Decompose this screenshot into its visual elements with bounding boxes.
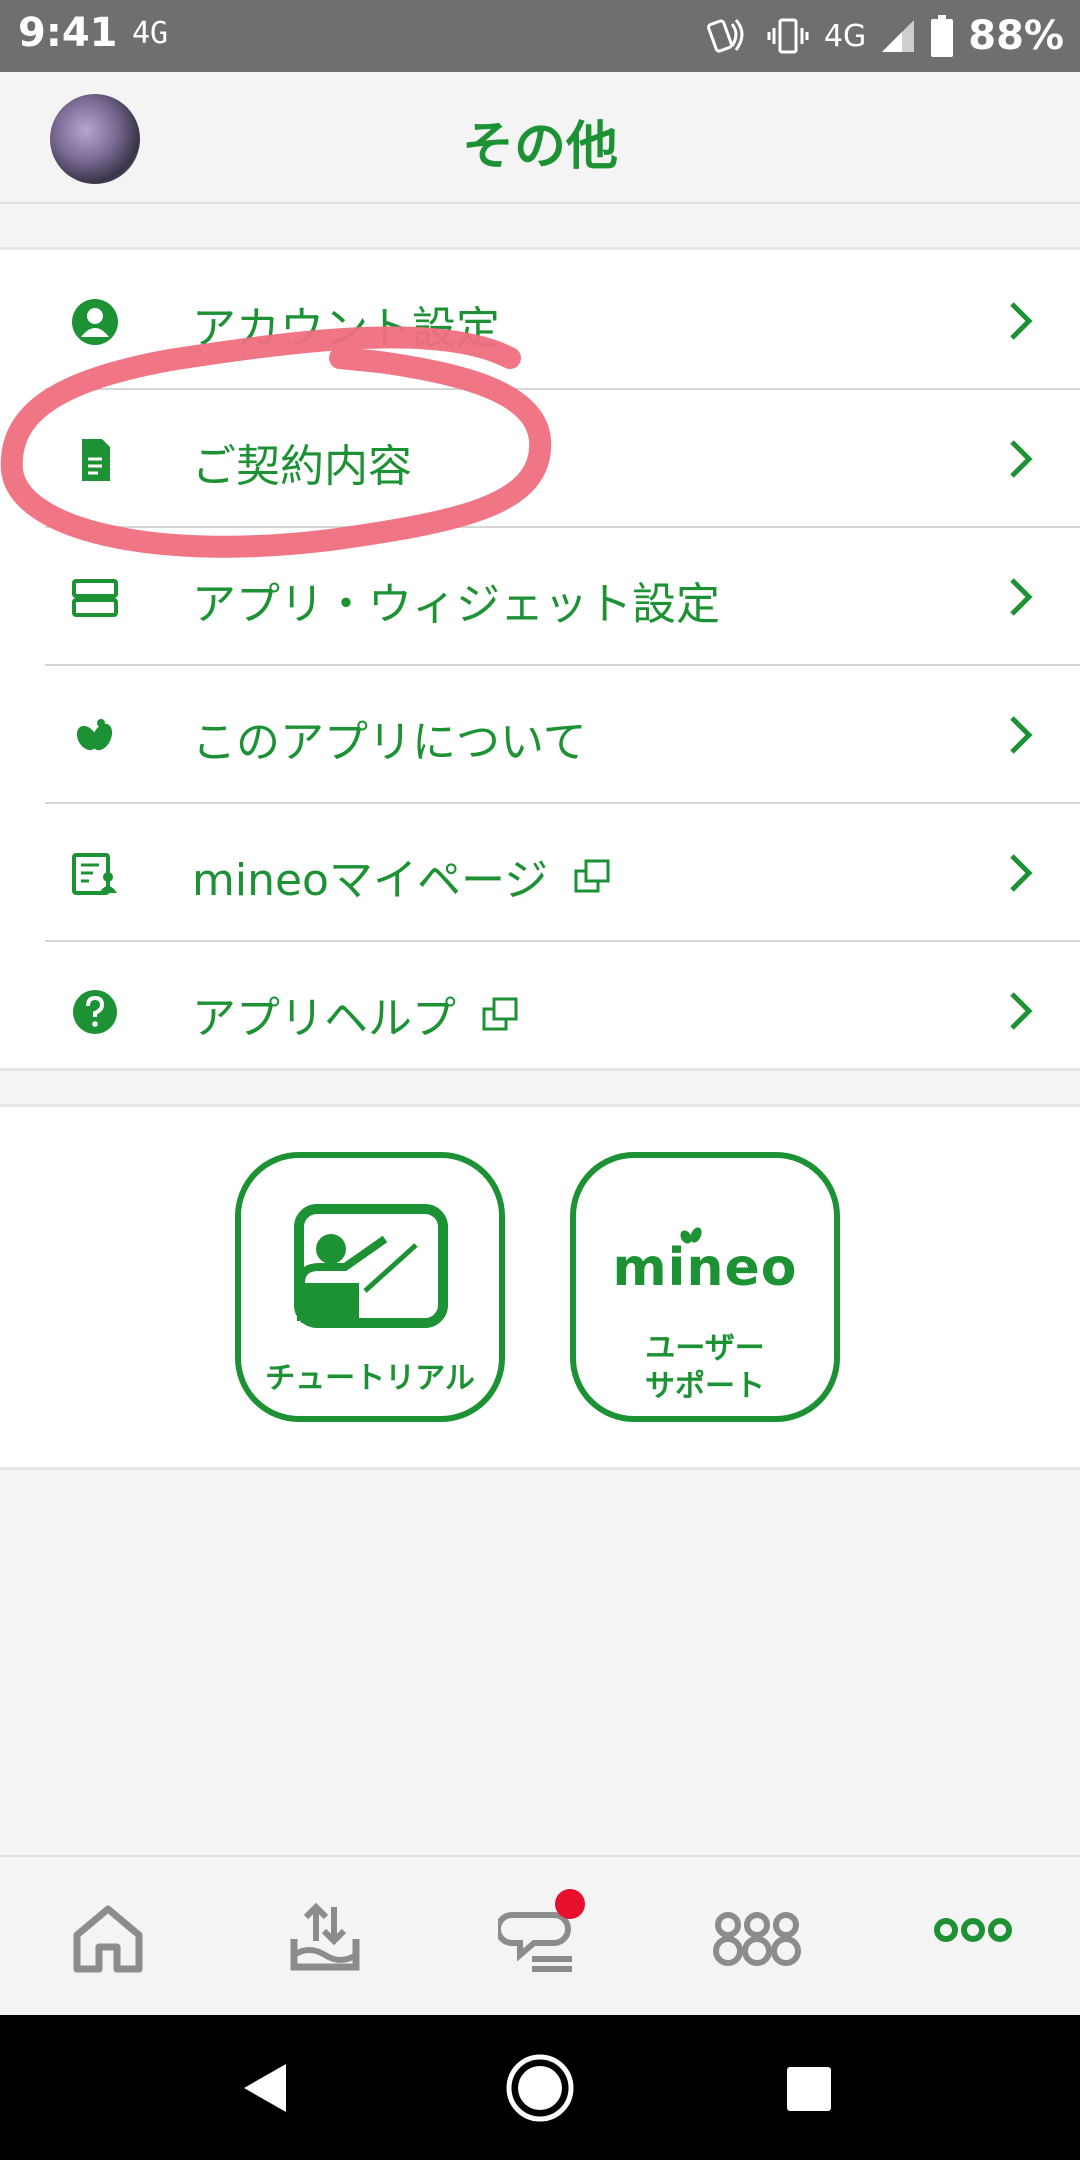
home-button-icon[interactable] bbox=[505, 2053, 575, 2123]
network-type-left: 4G bbox=[132, 16, 169, 51]
system-nav-bar bbox=[0, 2015, 1080, 2160]
more-icon[interactable] bbox=[928, 1897, 1018, 1977]
status-time: 9:41 bbox=[18, 10, 118, 56]
quick-links: チュートリアル mineo ユーザー サポート bbox=[0, 1104, 1080, 1470]
recents-icon[interactable] bbox=[785, 2065, 833, 2113]
chevron-right-icon bbox=[1010, 854, 1033, 892]
home-icon[interactable] bbox=[63, 1897, 153, 1977]
help-icon bbox=[73, 990, 117, 1034]
mypage-icon bbox=[72, 853, 117, 895]
chevron-right-icon bbox=[1010, 578, 1033, 616]
vibrate-icon bbox=[767, 18, 809, 54]
nfc-icon bbox=[706, 19, 744, 53]
tutorial-button[interactable]: チュートリアル bbox=[235, 1152, 505, 1422]
mineo-logo-icon bbox=[76, 719, 113, 751]
chevron-right-icon bbox=[1010, 716, 1033, 754]
external-link-icon bbox=[482, 997, 518, 1031]
chevron-right-icon bbox=[1010, 992, 1033, 1030]
user-support-button[interactable]: mineo ユーザー サポート bbox=[570, 1152, 840, 1422]
menu-item-label: このアプリについて bbox=[192, 717, 587, 768]
menu-item-mineo-mypage[interactable]: mineoマイページ bbox=[0, 804, 1080, 942]
annotation-circle bbox=[0, 326, 552, 558]
status-icons: 4G 88% bbox=[704, 8, 1064, 64]
apps-icon[interactable] bbox=[712, 1897, 802, 1977]
tutorial-label: チュートリアル bbox=[265, 1361, 475, 1396]
data-transfer-icon[interactable] bbox=[280, 1897, 370, 1977]
external-link-icon bbox=[574, 859, 610, 893]
network-type-right: 4G bbox=[823, 18, 867, 54]
menu-item-app-help[interactable]: アプリヘルプ bbox=[0, 942, 1080, 1080]
page-title: その他 bbox=[461, 117, 618, 177]
notification-badge bbox=[555, 1889, 585, 1919]
menu-item-label: mineoマイページ bbox=[192, 844, 610, 908]
battery-percent: 88% bbox=[968, 13, 1064, 59]
mineo-brand-text: mineo bbox=[612, 1238, 798, 1298]
app-header: その他 bbox=[0, 72, 1080, 204]
menu-item-about-app[interactable]: このアプリについて bbox=[0, 666, 1080, 804]
chevron-right-icon bbox=[1010, 440, 1033, 478]
battery-icon bbox=[931, 15, 954, 57]
back-icon[interactable] bbox=[240, 2060, 290, 2116]
community-tab[interactable] bbox=[495, 1889, 588, 1977]
status-bar: 9:41 4G 4G 88% bbox=[0, 0, 1080, 72]
support-label-line2: サポート bbox=[645, 1369, 765, 1404]
signal-icon bbox=[882, 20, 915, 52]
bottom-nav bbox=[0, 1855, 1080, 2017]
chevron-right-icon bbox=[1010, 302, 1033, 340]
menu-item-label: アプリヘルプ bbox=[192, 982, 518, 1046]
tutorial-icon bbox=[294, 1204, 448, 1328]
